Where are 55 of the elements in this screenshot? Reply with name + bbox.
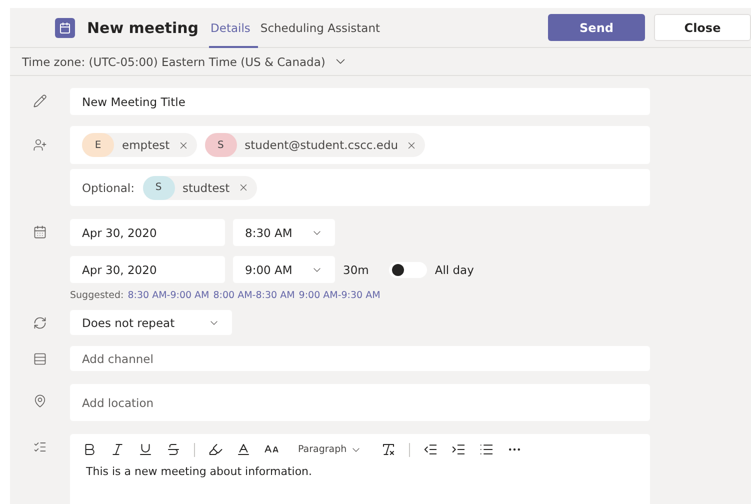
calendar-icon: [55, 18, 75, 38]
suggested-time-link[interactable]: 8:30 AM-9:00 AM: [128, 290, 210, 301]
location-icon: [33, 394, 47, 408]
channel-field[interactable]: Add channel: [70, 346, 650, 371]
send-button[interactable]: Send: [548, 14, 645, 41]
description-text: This is a new meeting about information.: [85, 465, 314, 478]
optional-attendees-field[interactable]: Optional: S studtest: [70, 169, 650, 206]
underline-icon[interactable]: [138, 442, 153, 457]
repeat-dropdown[interactable]: Does not repeat: [70, 310, 232, 335]
attendee-chip[interactable]: S student@student.cscc.edu: [204, 133, 426, 157]
italic-icon[interactable]: [110, 442, 125, 457]
channel-icon: [33, 352, 47, 366]
paragraph-dropdown[interactable]: Paragraph: [292, 444, 368, 456]
tab[interactable]: Details: [208, 8, 258, 48]
repeat-icon: [33, 316, 47, 330]
location-field[interactable]: Add location: [70, 384, 650, 421]
window-title: New meeting: [87, 18, 199, 36]
tab[interactable]: Scheduling Assistant: [258, 8, 388, 48]
timezone-selector[interactable]: Time zone: (UTC-05:00) Eastern Time (US & Canada): [22, 54, 326, 68]
add-person-icon: [33, 138, 47, 152]
attendees-field[interactable]: E emptest S student@student.cscc.edu: [70, 126, 650, 164]
pencil-icon: [33, 94, 47, 108]
attendee-name: emptest: [122, 138, 170, 152]
remove-icon[interactable]: [406, 140, 418, 150]
end-time-dropdown[interactable]: 9:00 AM: [233, 256, 335, 283]
avatar: S: [204, 133, 237, 157]
indent-icon[interactable]: [450, 442, 466, 457]
calendar-icon: [33, 225, 47, 239]
attendee-chip[interactable]: S studtest: [142, 176, 257, 200]
suggested-time-link[interactable]: 9:00 AM-9:30 AM: [298, 290, 380, 301]
attendee-name: studtest: [182, 180, 230, 194]
strikethrough-icon[interactable]: [166, 442, 181, 457]
avatar: S: [142, 176, 174, 200]
clear-formatting-icon[interactable]: [380, 442, 396, 457]
attendee-chip[interactable]: E emptest: [82, 133, 197, 157]
font-color-icon[interactable]: [236, 442, 251, 457]
all-day-label: All day: [434, 262, 474, 276]
duration-label: 30m: [343, 262, 369, 276]
start-time-dropdown[interactable]: 8:30 AM: [233, 219, 335, 246]
close-button[interactable]: Close: [654, 14, 751, 41]
avatar: E: [82, 133, 114, 157]
highlighter-icon[interactable]: [208, 442, 223, 457]
end-date-field[interactable]: Apr 30, 2020: [70, 256, 225, 283]
title-field[interactable]: New Meeting Title: [70, 88, 650, 115]
outdent-icon[interactable]: [422, 442, 438, 457]
all-day-toggle[interactable]: [388, 262, 427, 278]
bullet-list-icon[interactable]: [478, 442, 494, 457]
description-editor[interactable]: Paragraph This is a new meeting about information.: [70, 434, 650, 504]
suggested-label: Suggested:: [70, 290, 124, 301]
remove-icon[interactable]: [178, 140, 189, 150]
remove-icon[interactable]: [238, 182, 249, 193]
start-date-field[interactable]: Apr 30, 2020: [70, 219, 225, 246]
attendee-name: student@student.cscc.edu: [244, 138, 398, 152]
details-icon: [33, 440, 47, 454]
suggested-time-link[interactable]: 8:00 AM-8:30 AM: [213, 290, 295, 301]
